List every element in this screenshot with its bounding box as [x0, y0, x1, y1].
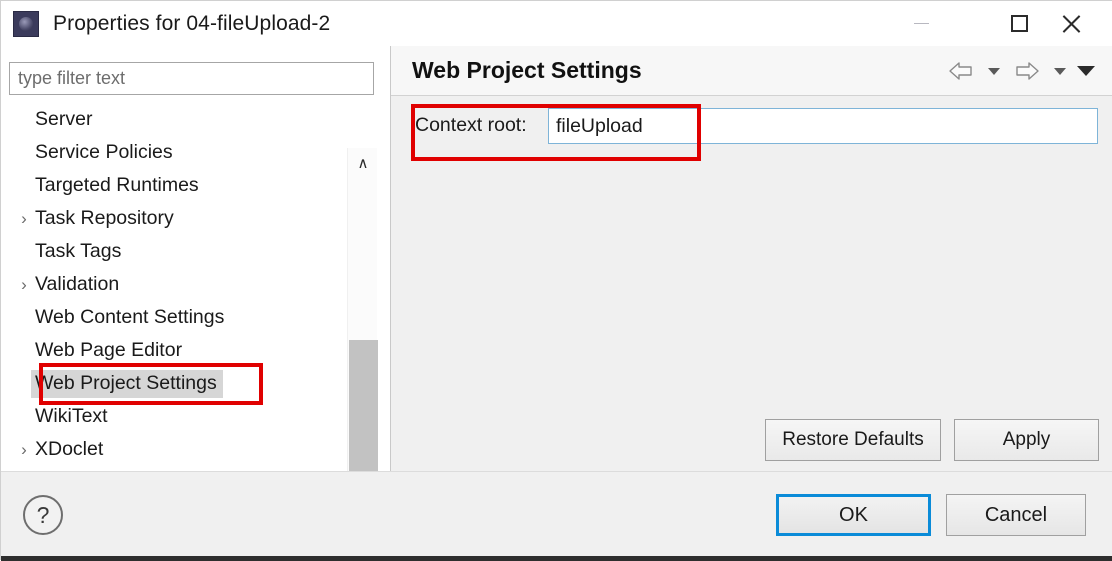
cancel-button[interactable]: Cancel — [946, 494, 1086, 536]
tree-item-server[interactable]: › Server — [1, 103, 347, 136]
minimize-button[interactable] — [893, 1, 949, 46]
tree-item-wikitext[interactable]: › WikiText — [1, 400, 347, 433]
filter-input[interactable] — [9, 62, 374, 95]
tree-item-label: XDoclet — [35, 437, 104, 460]
settings-tree-panel: › Server › Service Policies › Targeted R… — [1, 46, 391, 511]
tree-item-web-project-settings[interactable]: › Web Project Settings — [1, 367, 347, 400]
web-project-settings-panel: Web Project Settings Context root: fileU… — [391, 46, 1112, 471]
context-root-label: Context root: — [415, 114, 527, 136]
panel-menu-chevron-down-icon[interactable] — [1073, 55, 1099, 87]
tree-item-xdoclet[interactable]: › XDoclet — [1, 433, 347, 466]
back-arrow-icon[interactable] — [941, 55, 981, 87]
tree-item-targeted-runtimes[interactable]: › Targeted Runtimes — [1, 169, 347, 202]
tree-item-label: Task Repository — [35, 206, 174, 229]
tree-item-task-tags[interactable]: › Task Tags — [1, 235, 347, 268]
tree-item-label: Web Content Settings — [35, 305, 225, 328]
tree-scrollbar[interactable]: ∧ ∨ — [347, 148, 378, 511]
scrollbar-thumb[interactable] — [349, 340, 378, 477]
forward-arrow-icon[interactable] — [1007, 55, 1047, 87]
settings-tree[interactable]: › Server › Service Policies › Targeted R… — [1, 103, 347, 471]
tree-item-web-content-settings[interactable]: › Web Content Settings — [1, 301, 347, 334]
expand-arrow-icon[interactable]: › — [1, 209, 31, 229]
close-button[interactable] — [1043, 1, 1099, 46]
tree-item-validation[interactable]: › Validation — [1, 268, 347, 301]
tree-item-web-page-editor[interactable]: › Web Page Editor — [1, 334, 347, 367]
expand-arrow-icon[interactable]: › — [1, 440, 31, 460]
maximize-icon — [1010, 15, 1028, 32]
forward-menu-chevron-down-icon[interactable] — [1047, 55, 1073, 87]
tree-item-label: Validation — [35, 272, 120, 295]
page-title: Web Project Settings — [412, 57, 642, 83]
properties-dialog: Properties for 04-fileUpload-2 › Server … — [0, 0, 1112, 561]
back-menu-chevron-down-icon[interactable] — [981, 55, 1007, 87]
context-root-input[interactable] — [548, 108, 1098, 144]
tree-item-label: Web Page Editor — [35, 338, 183, 361]
window-bottom-edge — [1, 556, 1112, 561]
maximize-button[interactable] — [991, 1, 1047, 46]
expand-arrow-icon[interactable]: › — [1, 275, 31, 295]
tree-item-label: Web Project Settings — [31, 369, 223, 398]
panel-nav-icons — [941, 55, 1099, 87]
tree-item-label: Task Tags — [35, 239, 122, 262]
help-icon[interactable]: ? — [23, 495, 63, 535]
tree-item-service-policies[interactable]: › Service Policies — [1, 136, 347, 169]
close-icon — [1060, 13, 1082, 35]
tree-item-label: WikiText — [35, 404, 108, 427]
apply-button[interactable]: Apply — [954, 419, 1099, 461]
scroll-up-icon[interactable]: ∧ — [348, 148, 378, 178]
panel-header: Web Project Settings — [391, 46, 1112, 96]
tree-item-task-repository[interactable]: › Task Repository — [1, 202, 347, 235]
tree-item-label: Targeted Runtimes — [35, 173, 199, 196]
tree-item-label: Service Policies — [35, 140, 173, 163]
eclipse-properties-icon — [13, 10, 39, 37]
minimize-icon — [913, 23, 929, 24]
context-root-row: Context root: — [391, 96, 1112, 156]
tree-item-label: Server — [35, 107, 93, 130]
ok-button[interactable]: OK — [776, 494, 931, 536]
restore-defaults-button[interactable]: Restore Defaults — [765, 419, 941, 461]
window-title: Properties for 04-fileUpload-2 — [53, 11, 331, 35]
